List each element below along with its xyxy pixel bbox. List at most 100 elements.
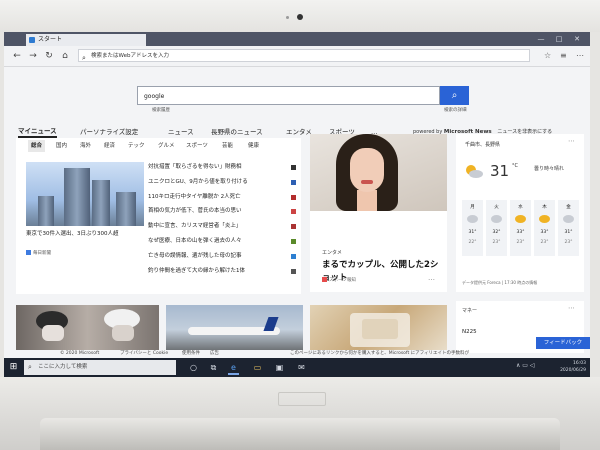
headline-item[interactable]: 対抗措置「取らざるを得ない」財務相 xyxy=(148,160,300,175)
subtab-entertainment[interactable]: 芸能 xyxy=(222,140,233,152)
file-explorer-icon[interactable]: ▭ xyxy=(252,362,263,373)
headline-item[interactable]: ユニクロとGU、9月から値を取り付ける xyxy=(148,175,300,190)
close-button[interactable]: ✕ xyxy=(568,32,586,46)
subtab-domestic[interactable]: 国内 xyxy=(56,140,67,152)
subtab-world[interactable]: 海外 xyxy=(80,140,91,152)
screen: スタート — □ ✕ ← → ↻ ⌂ ⌕ 検索またはWebアドレスを入力 ☆ ≡ ⋯… xyxy=(4,32,590,377)
forecast-day[interactable]: 水 33° 23° xyxy=(510,200,531,256)
laptop-bezel-top xyxy=(0,0,600,32)
story-thumbnail-airplane[interactable] xyxy=(166,305,303,350)
publisher-icon xyxy=(322,277,327,282)
feature-more-button[interactable]: … xyxy=(428,274,436,282)
publisher-icon xyxy=(291,238,296,244)
subtab-gourmet[interactable]: グルメ xyxy=(158,140,175,152)
address-bar[interactable]: ⌕ 検索またはWebアドレスを入力 xyxy=(78,49,530,62)
back-button[interactable]: ← xyxy=(10,49,24,63)
search-button[interactable]: ⌕ xyxy=(440,86,469,105)
sunny-icon xyxy=(515,215,526,223)
subtab-general[interactable]: 総合 xyxy=(28,140,46,152)
task-view-icon[interactable]: ○ xyxy=(188,362,199,373)
weather-description: 曇り時々晴れ xyxy=(534,166,565,172)
maximize-button[interactable]: □ xyxy=(550,32,568,46)
news-panel: 総合 国内 海外 経済 テック グルメ スポーツ 芸能 健康 東京で30件入選出… xyxy=(16,138,301,294)
indicator-light xyxy=(286,16,289,19)
window-controls: — □ ✕ xyxy=(532,32,586,46)
hub-icon[interactable]: ≡ xyxy=(560,49,567,63)
tab-my-news[interactable]: マイニュース xyxy=(18,126,57,138)
tab-title: スタート xyxy=(38,36,63,43)
weather-card[interactable]: 千曲市、長野県 ⋯ 31 °C 曇り時々晴れ 月 31° 22° 火 32° 23°… xyxy=(456,134,584,292)
lead-story-source: 毎日新聞 xyxy=(26,250,51,256)
subtab-health[interactable]: 健康 xyxy=(248,140,259,152)
publisher-icon xyxy=(291,253,296,259)
publisher-icon xyxy=(26,250,31,255)
tab-nagano-news[interactable]: 長野県のニュース xyxy=(211,126,263,138)
publisher-icon xyxy=(291,165,296,170)
headline-item[interactable]: 亡き母の誤情報、遺が残した母の記事 xyxy=(148,249,300,264)
taskbar: ⊞ ⌕ ここに入力して検索 ○ ⧉ e ▭ ▣ ✉ ∧ ▭ ◁ 16:03 20… xyxy=(4,358,590,377)
refresh-button[interactable]: ↻ xyxy=(42,49,56,63)
feature-source: スポーツ報知 xyxy=(322,277,356,283)
headline-item[interactable]: 110キロ走行中タイヤ離脱か 2人死亡 xyxy=(148,190,300,205)
terms-link[interactable]: 使用条件 xyxy=(182,350,200,358)
publisher-icon xyxy=(291,224,296,230)
brand-logo xyxy=(278,392,326,406)
market-more-button[interactable]: ⋯ xyxy=(568,304,576,312)
tab-personalize[interactable]: パーソナライズ設定 xyxy=(80,126,138,138)
more-icon[interactable]: ⋯ xyxy=(576,49,584,63)
search-input[interactable]: google xyxy=(137,86,440,105)
weather-more-button[interactable]: ⋯ xyxy=(568,137,576,145)
tab-news[interactable]: ニュース xyxy=(168,126,194,138)
keyboard-deck xyxy=(40,418,560,450)
system-tray[interactable]: ∧ ▭ ◁ xyxy=(516,362,535,369)
page-footer: © 2020 Microsoft プライバシーと Cookie 使用条件 広告 … xyxy=(4,350,590,358)
mail-icon[interactable]: ✉ xyxy=(296,362,307,373)
home-button[interactable]: ⌂ xyxy=(58,49,72,63)
task-switch-icon[interactable]: ⧉ xyxy=(208,362,219,373)
headline-item[interactable]: なぜ医療、日本の山を弾く過去の人々 xyxy=(148,234,300,249)
forecast-day[interactable]: 金 31° 23° xyxy=(558,200,579,256)
market-index-name: N225 xyxy=(462,329,477,335)
store-icon[interactable]: ▣ xyxy=(274,362,285,373)
sunny-icon xyxy=(539,215,550,223)
clock-time: 16:03 xyxy=(573,361,586,366)
weather-unit: °C xyxy=(512,163,518,169)
publisher-icon xyxy=(291,194,296,200)
subtab-economy[interactable]: 経済 xyxy=(104,140,115,152)
clock[interactable]: 16:03 2020/06/29 xyxy=(556,360,586,374)
copyright: © 2020 Microsoft xyxy=(60,351,100,356)
taskbar-search-input[interactable]: ⌕ ここに入力して検索 xyxy=(24,360,176,375)
forecast-day[interactable]: 月 31° 22° xyxy=(462,200,483,256)
forecast-day[interactable]: 火 32° 23° xyxy=(486,200,507,256)
feedback-button[interactable]: フィードバック xyxy=(536,337,590,349)
minimize-button[interactable]: — xyxy=(532,32,550,46)
tab-strip: スタート — □ ✕ xyxy=(4,32,590,46)
lead-story-title[interactable]: 東京で30件入選出、3日ぶり300人超 xyxy=(26,230,151,238)
tab-entertainment[interactable]: エンタメ xyxy=(286,126,312,138)
webcam-icon xyxy=(297,14,303,20)
search-icon: ⌕ xyxy=(28,363,32,371)
news-subtabs: 総合 国内 海外 経済 テック グルメ スポーツ 芸能 健康 xyxy=(16,140,301,152)
search-details-link[interactable]: 検索の詳細 xyxy=(444,107,467,113)
windows-start-icon[interactable]: ⊞ xyxy=(8,362,19,373)
weather-footer: データ提供元 Foreca | 17:30 時点の情報 xyxy=(462,280,538,285)
subtab-sports[interactable]: スポーツ xyxy=(186,140,208,152)
ads-link[interactable]: 広告 xyxy=(210,350,219,358)
search-icon: ⌕ xyxy=(451,90,458,101)
story-thumbnail-package[interactable] xyxy=(310,305,447,350)
search-history-link[interactable]: 検索履歴 xyxy=(152,107,170,113)
tab-start[interactable]: スタート xyxy=(26,34,146,46)
headline-item[interactable]: 釣り仲間を過ぎて大の縁から解けた1体 xyxy=(148,264,300,279)
headline-item[interactable]: 首相の気力が低下、菅氏の本当の思い xyxy=(148,204,300,219)
lead-story-image[interactable] xyxy=(26,162,144,226)
headline-item[interactable]: 動中に宣言、カリスマ経営者「炎上」 xyxy=(148,219,300,234)
edge-icon[interactable]: e xyxy=(228,362,239,375)
story-thumbnail-masks[interactable] xyxy=(16,305,159,350)
forecast-day[interactable]: 木 33° 23° xyxy=(534,200,555,256)
favorites-icon[interactable]: ☆ xyxy=(544,49,551,63)
subtab-tech[interactable]: テック xyxy=(128,140,145,152)
laptop-bezel-bottom xyxy=(0,377,600,450)
lock-icon: ⌕ xyxy=(82,54,86,62)
privacy-link[interactable]: プライバシーと Cookie xyxy=(120,350,168,358)
forward-button[interactable]: → xyxy=(26,49,40,63)
